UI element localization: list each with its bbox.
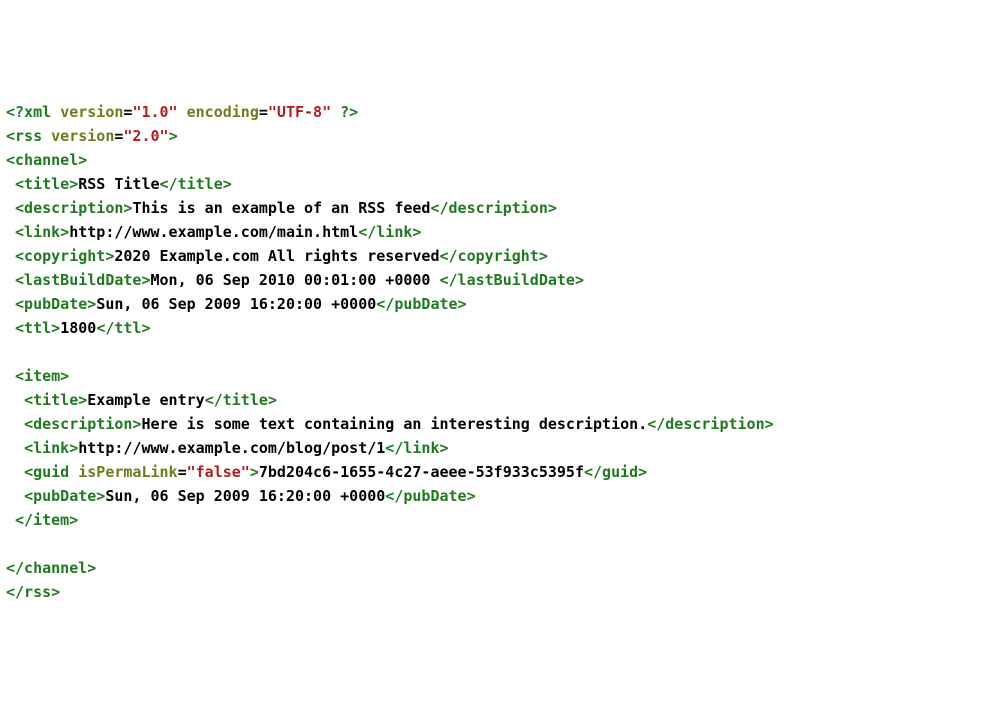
rss-open-tag: <rss version="2.0"> — [6, 124, 994, 148]
item-open-tag: <item> — [6, 364, 994, 388]
item-pubdate: <pubDate>Sun, 06 Sep 2009 16:20:00 +0000… — [6, 484, 994, 508]
channel-copyright: <copyright>2020 Example.com All rights r… — [6, 244, 994, 268]
channel-open-tag: <channel> — [6, 148, 994, 172]
item-guid: <guid isPermaLink="false">7bd204c6-1655-… — [6, 460, 994, 484]
code-block: <?xml version="1.0" encoding="UTF-8" ?><… — [6, 100, 994, 604]
channel-pubdate: <pubDate>Sun, 06 Sep 2009 16:20:00 +0000… — [6, 292, 994, 316]
item-close-tag: </item> — [6, 508, 994, 532]
item-description: <description>Here is some text containin… — [6, 412, 994, 436]
xml-declaration: <?xml version="1.0" encoding="UTF-8" ?> — [6, 100, 994, 124]
channel-ttl: <ttl>1800</ttl> — [6, 316, 994, 340]
item-link: <link>http://www.example.com/blog/post/1… — [6, 436, 994, 460]
channel-link: <link>http://www.example.com/main.html</… — [6, 220, 994, 244]
channel-close-tag: </channel> — [6, 556, 994, 580]
blank-line — [6, 340, 994, 364]
item-title: <title>Example entry</title> — [6, 388, 994, 412]
rss-close-tag: </rss> — [6, 580, 994, 604]
channel-title: <title>RSS Title</title> — [6, 172, 994, 196]
channel-description: <description>This is an example of an RS… — [6, 196, 994, 220]
channel-lastbuilddate: <lastBuildDate>Mon, 06 Sep 2010 00:01:00… — [6, 268, 994, 292]
blank-line — [6, 532, 994, 556]
